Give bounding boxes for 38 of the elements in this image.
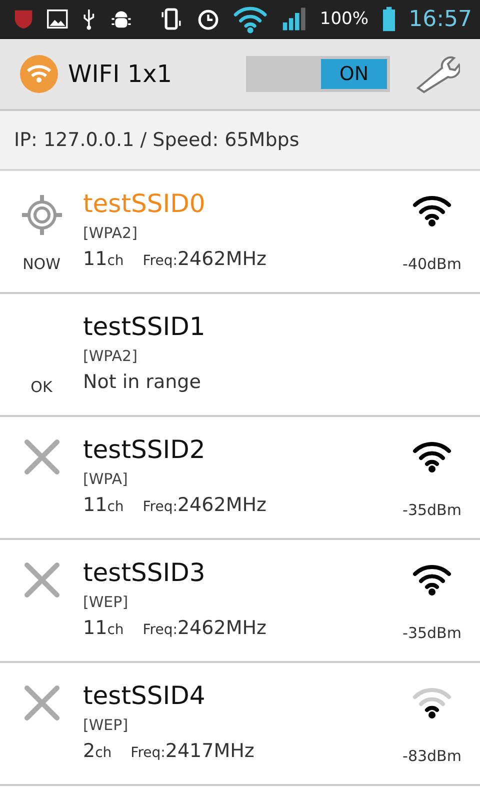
wrench-icon[interactable] [414, 54, 460, 94]
network-row[interactable]: testSSID2 [WPA] 11ch Freq:2462MHz -35dBm [0, 417, 480, 540]
image-icon [47, 8, 68, 30]
clock-time: 16:57 [408, 6, 472, 32]
range-note: Not in range [83, 371, 201, 393]
vibrate-icon [160, 6, 183, 32]
signal-strength: -40dBm [402, 255, 462, 273]
channel-frequency: 11ch Freq:2462MHz [83, 617, 266, 639]
network-name: testSSID2 [83, 435, 206, 464]
network-name: testSSID4 [83, 681, 206, 710]
signal-strength: -35dBm [402, 501, 462, 519]
security-type: [WEP] [83, 593, 128, 611]
security-type: [WEP] [83, 716, 128, 734]
security-type: [WPA] [83, 470, 128, 488]
network-name: testSSID3 [83, 558, 206, 587]
switch-knob: ON [321, 59, 387, 89]
power-switch[interactable]: ON [246, 56, 390, 92]
network-row[interactable]: testSSID3 [WEP] 11ch Freq:2462MHz -35dBm [0, 540, 480, 663]
signal-strength: -35dBm [402, 624, 462, 642]
network-row[interactable]: testSSID4 [WEP] 2ch Freq:2417MHz -83dBm [0, 663, 480, 786]
security-type: [WPA2] [83, 347, 138, 365]
channel-frequency: 2ch Freq:2417MHz [83, 740, 254, 762]
app-logo-icon [20, 55, 58, 93]
network-name: testSSID0 [83, 189, 206, 218]
connection-info: IP: 127.0.0.1 / Speed: 65Mbps [14, 129, 300, 151]
channel-frequency: 11ch Freq:2462MHz [83, 494, 266, 516]
status-label: NOW [22, 255, 60, 273]
network-row[interactable]: OK testSSID1 [WPA2] Not in range [0, 294, 480, 417]
app-title: WIFI 1x1 [68, 60, 174, 88]
network-name: testSSID1 [83, 312, 206, 341]
network-row[interactable]: NOW testSSID0 [WPA2] 11ch Freq:2462MHz -40dBm [0, 171, 480, 294]
signal-strength: -83dBm [402, 747, 462, 765]
channel-frequency: 11ch Freq:2462MHz [83, 248, 266, 270]
status-label: OK [30, 378, 52, 396]
battery-icon [382, 5, 395, 33]
security-type: [WPA2] [83, 224, 138, 242]
battery-percent: 100% [320, 9, 368, 29]
signal-icon [282, 5, 306, 33]
